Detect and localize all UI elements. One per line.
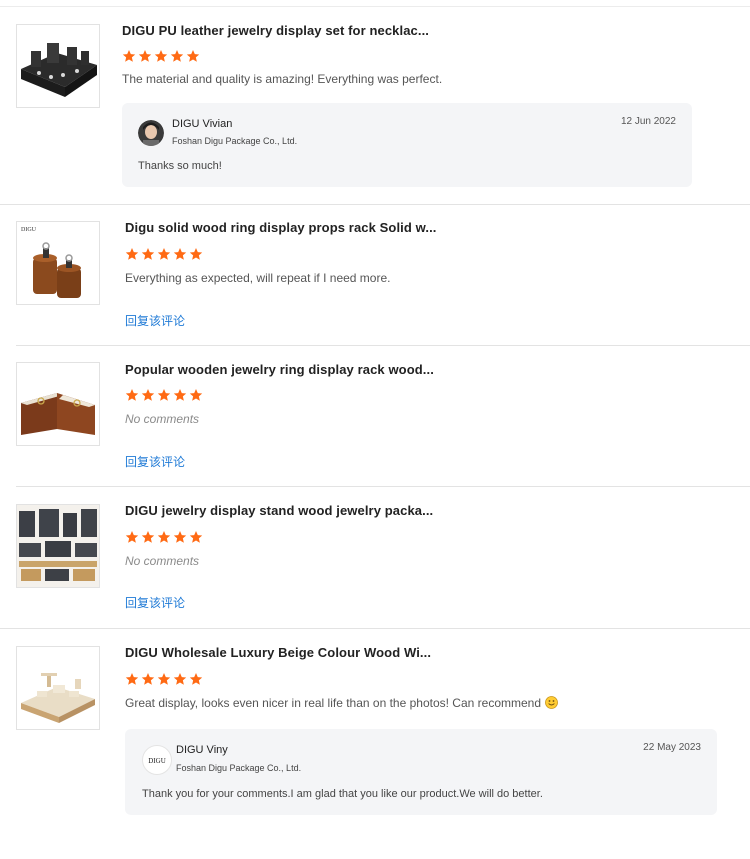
smiley-emoji [545,696,558,709]
star-icon [189,389,203,401]
product-title[interactable]: Digu solid wood ring display props rack … [125,220,437,235]
review-comment: Everything as expected, will repeat if I… [125,271,391,285]
star-icon [138,50,152,62]
star-icon [141,389,155,401]
star-rating [125,530,203,544]
avatar: DIGU [142,745,172,775]
star-icon [189,673,203,685]
star-icon [125,248,139,260]
star-icon [157,389,171,401]
star-icon [189,248,203,260]
star-icon [173,248,187,260]
star-icon [157,673,171,685]
star-rating [125,672,203,686]
reply-to-review-link[interactable]: 回复该评论 [125,594,185,611]
star-icon [122,50,136,62]
product-thumbnail[interactable] [16,646,100,730]
star-icon [173,531,187,543]
star-icon [125,531,139,543]
seller-name: DIGU Viny [176,744,228,756]
star-icon [157,248,171,260]
divider [16,486,750,487]
star-icon [170,50,184,62]
star-icon [141,248,155,260]
product-title[interactable]: DIGU jewelry display stand wood jewelry … [125,503,433,518]
seller-reply: DIGU DIGU Viny Foshan Digu Package Co., … [125,729,717,815]
review-comment-text: Great display, looks even nicer in real … [125,696,542,710]
reply-to-review-link[interactable]: 回复该评论 [125,312,185,329]
star-icon [189,531,203,543]
review-comment: The material and quality is amazing! Eve… [122,72,443,86]
star-rating [125,388,203,402]
star-rating [122,49,200,63]
avatar-brand-text: DIGU [148,757,166,765]
star-icon [173,673,187,685]
review-comment: Great display, looks even nicer in real … [125,696,558,710]
star-icon [173,389,187,401]
star-icon [141,673,155,685]
reply-text: Thank you for your comments.I am glad th… [142,788,543,800]
product-thumbnail[interactable] [16,362,100,446]
divider [0,204,750,205]
product-title[interactable]: Popular wooden jewelry ring display rack… [125,362,434,377]
star-icon [125,673,139,685]
no-comment-text: No comments [125,412,200,426]
star-icon [141,531,155,543]
seller-company: Foshan Digu Package Co., Ltd. [176,763,302,773]
avatar [138,120,164,146]
star-rating [125,247,203,261]
reply-to-review-link[interactable]: 回复该评论 [125,453,185,470]
product-title[interactable]: DIGU Wholesale Luxury Beige Colour Wood … [125,645,431,660]
divider [0,628,750,629]
product-title[interactable]: DIGU PU leather jewelry display set for … [122,23,429,38]
thumbnail-brand-text: DIGU [21,227,37,233]
product-thumbnail[interactable] [16,24,100,108]
star-icon [157,531,171,543]
reply-date: 22 May 2023 [643,742,701,753]
reply-text: Thanks so much! [138,160,222,172]
seller-company: Foshan Digu Package Co., Ltd. [172,136,298,146]
star-icon [125,389,139,401]
top-divider [0,6,750,7]
seller-name: DIGU Vivian [172,118,233,130]
divider [16,345,750,346]
star-icon [186,50,200,62]
product-thumbnail[interactable]: DIGU [16,221,100,305]
no-comment-text: No comments [125,554,200,568]
star-icon [154,50,168,62]
product-thumbnail[interactable] [16,504,100,588]
reply-date: 12 Jun 2022 [620,116,676,127]
seller-reply: DIGU Vivian Foshan Digu Package Co., Ltd… [122,103,692,187]
